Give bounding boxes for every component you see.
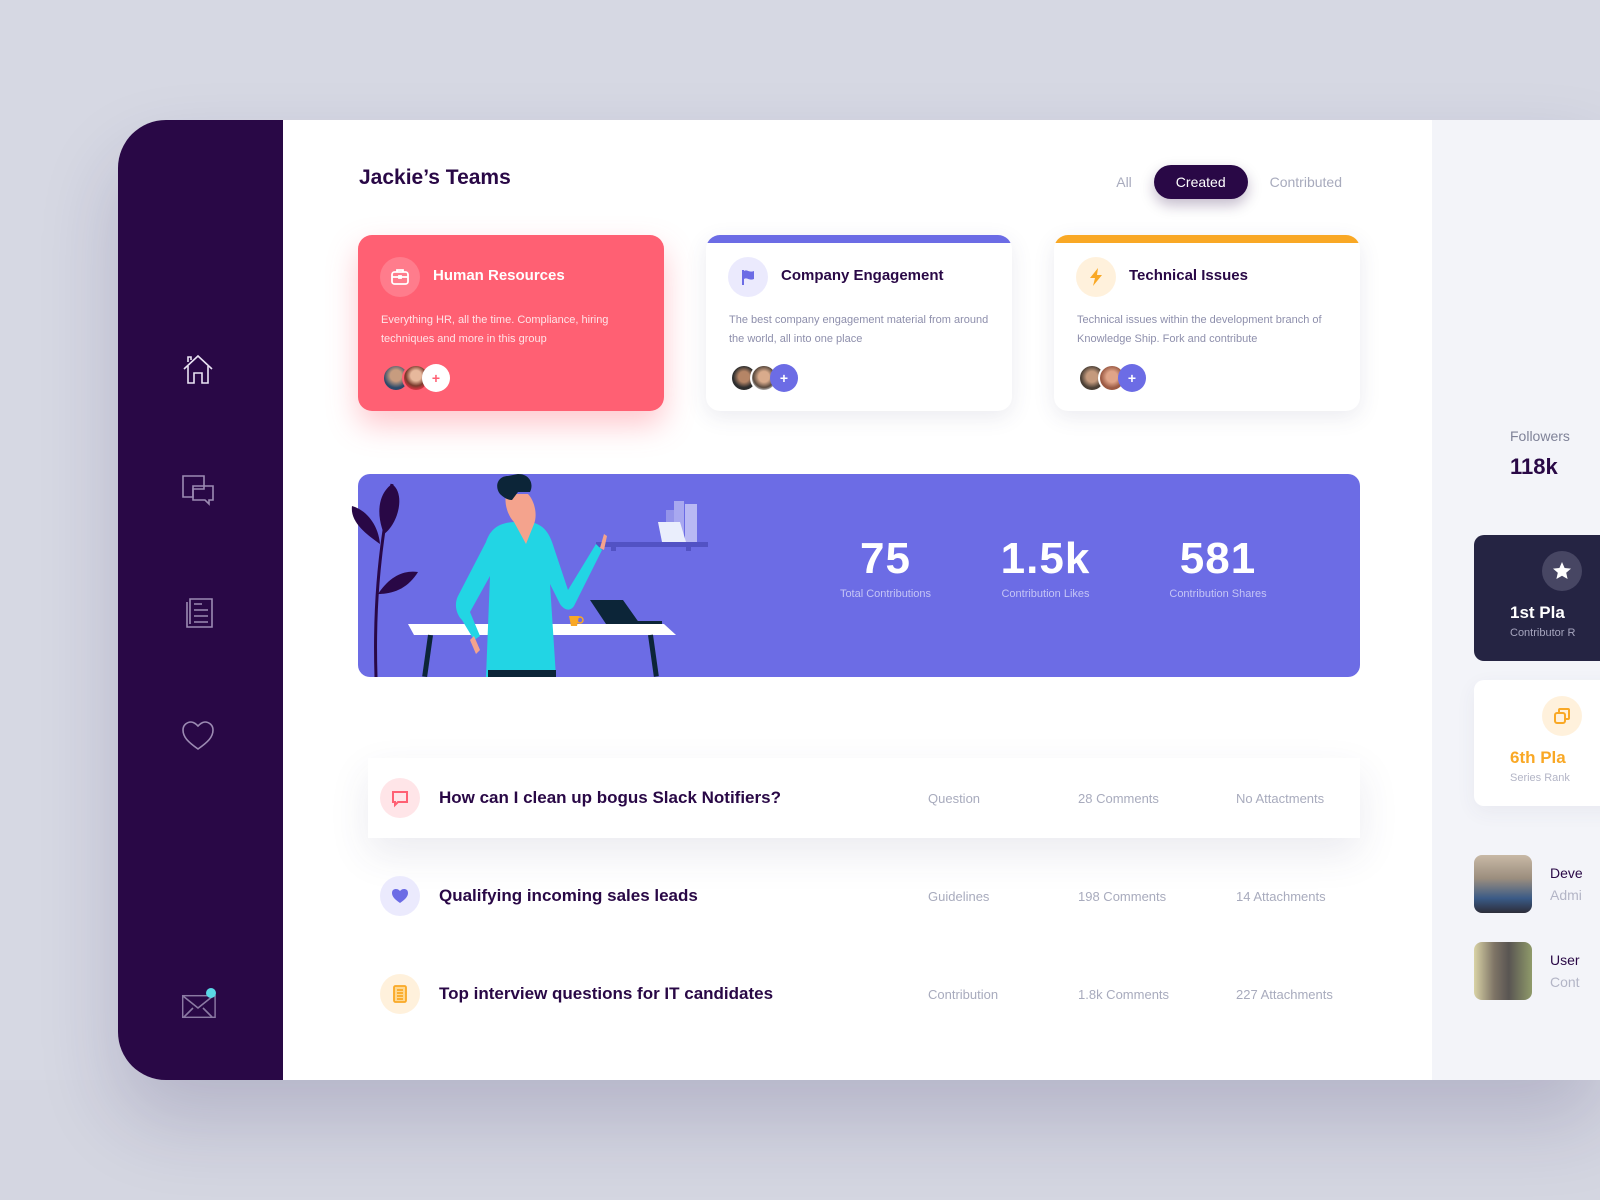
rank-title: 1st Pla [1510, 603, 1565, 622]
lightning-icon [1090, 268, 1102, 286]
group-item[interactable]: User Cont [1474, 942, 1600, 1002]
team-title: Company Engagement [781, 267, 944, 284]
group-image [1474, 942, 1532, 1000]
tab-created[interactable]: Created [1153, 165, 1248, 199]
group-name: Deve [1550, 865, 1583, 881]
stat-label: Contribution Shares [1169, 588, 1267, 600]
post-comments: 28 Comments [1078, 790, 1159, 806]
tab-all[interactable]: All [1094, 165, 1154, 199]
sidebar-item-home[interactable] [176, 348, 220, 392]
group-name: User [1550, 952, 1580, 968]
rank-icon-wrap [1542, 551, 1582, 591]
briefcase-icon [391, 269, 409, 285]
illustration-woman-at-desk [351, 474, 708, 677]
team-title: Human Resources [433, 267, 565, 284]
team-icon-wrap [728, 257, 768, 297]
stat-label: Total Contributions [839, 588, 932, 600]
group-role: Cont [1550, 974, 1580, 990]
add-member-button[interactable]: + [1118, 364, 1146, 392]
heart-icon [392, 889, 408, 903]
accent-bar [706, 235, 1012, 243]
heart-icon [182, 721, 214, 750]
post-title: How can I clean up bogus Slack Notifiers… [439, 788, 781, 807]
post-icon-wrap [380, 876, 420, 916]
rank-card-contributor[interactable]: 1st Pla Contributor R [1474, 535, 1600, 661]
sidebar-item-documents[interactable] [176, 590, 220, 634]
member-avatars: + [730, 364, 798, 392]
group-image [1474, 855, 1532, 913]
post-type: Question [928, 790, 981, 806]
copy-icon [1554, 708, 1570, 724]
rank-card-series[interactable]: 6th Pla Series Rank [1474, 680, 1600, 806]
post-attachments: 14 Attachments [1236, 888, 1326, 904]
post-type: Guidelines [928, 888, 990, 904]
chat-bubble-icon [392, 791, 408, 808]
post-icon-wrap [380, 778, 420, 818]
flag-icon [742, 270, 754, 285]
sidebar-item-messages[interactable] [176, 466, 220, 510]
list-icon [393, 985, 407, 1003]
team-card-human-resources[interactable]: Human Resources Everything HR, all the t… [358, 235, 664, 411]
team-description: Everything HR, all the time. Compliance,… [381, 314, 609, 345]
profile-panel: Followers 118k 1st Pla Contributor R 6th… [1432, 120, 1600, 1080]
chat-icon [182, 475, 214, 506]
team-description: Technical issues within the development … [1077, 314, 1322, 345]
post-attachments: No Attactments [1236, 790, 1325, 806]
home-icon [183, 354, 213, 384]
team-card-technical-issues[interactable]: Technical Issues Technical issues within… [1054, 235, 1360, 411]
member-avatars: + [382, 364, 450, 392]
group-item[interactable]: Deve Admi [1474, 855, 1600, 915]
sidebar-item-favorites[interactable] [176, 714, 220, 758]
add-member-button[interactable]: + [422, 364, 450, 392]
post-comments: 198 Comments [1078, 888, 1167, 904]
post-icon-wrap [380, 974, 420, 1014]
main-content: Jackie’s Teams All Created Contributed H… [283, 120, 1432, 1080]
notification-dot [206, 988, 216, 998]
stat-value: 581 [1179, 534, 1257, 583]
stat-value: 75 [860, 534, 911, 583]
stat-contribution-likes: 1.5k Contribution Likes [988, 534, 1103, 600]
rank-subtitle: Series Rank [1510, 772, 1570, 784]
document-icon [186, 598, 213, 628]
page-title: Jackie’s Teams [359, 166, 511, 189]
list-item[interactable]: Top interview questions for IT candidate… [368, 954, 1360, 1034]
sidebar-item-mail[interactable] [176, 980, 220, 1024]
followers-count: 118k [1510, 454, 1558, 479]
filter-tabs: All Created Contributed [1094, 165, 1364, 199]
member-avatars: + [1078, 364, 1146, 392]
sidebar [118, 120, 283, 1080]
team-icon-wrap [1076, 257, 1116, 297]
post-type: Contribution [928, 986, 999, 1002]
group-role: Admi [1550, 887, 1582, 903]
background-band [0, 1080, 1600, 1200]
team-title: Technical Issues [1129, 267, 1248, 284]
stat-value: 1.5k [1000, 534, 1091, 583]
team-card-company-engagement[interactable]: Company Engagement The best company enga… [706, 235, 1012, 411]
post-title: Qualifying incoming sales leads [439, 886, 698, 905]
team-description: The best company engagement material fro… [729, 314, 989, 345]
list-item[interactable]: Qualifying incoming sales leads Guidelin… [368, 856, 1360, 936]
post-attachments: 227 Attachments [1236, 986, 1333, 1002]
post-title: Top interview questions for IT candidate… [439, 984, 774, 1003]
rank-title: 6th Pla [1510, 748, 1566, 767]
rank-subtitle: Contributor R [1510, 627, 1576, 639]
star-icon [1553, 562, 1571, 579]
mail-icon [181, 988, 216, 1019]
stats-banner: 75 Total Contributions 1.5k Contribution… [351, 474, 1360, 677]
team-icon-wrap [380, 257, 420, 297]
rank-icon-wrap [1542, 696, 1582, 736]
post-comments: 1.8k Comments [1078, 986, 1170, 1002]
stat-contribution-shares: 581 Contribution Shares [1158, 534, 1278, 600]
add-member-button[interactable]: + [770, 364, 798, 392]
followers-label: Followers [1510, 428, 1570, 444]
tab-contributed[interactable]: Contributed [1248, 165, 1364, 199]
accent-bar [1054, 235, 1360, 243]
list-item[interactable]: How can I clean up bogus Slack Notifiers… [368, 758, 1360, 838]
stat-total-contributions: 75 Total Contributions [833, 534, 938, 600]
stat-label: Contribution Likes [1001, 588, 1090, 600]
app-window: Jackie’s Teams All Created Contributed H… [118, 120, 1600, 1080]
